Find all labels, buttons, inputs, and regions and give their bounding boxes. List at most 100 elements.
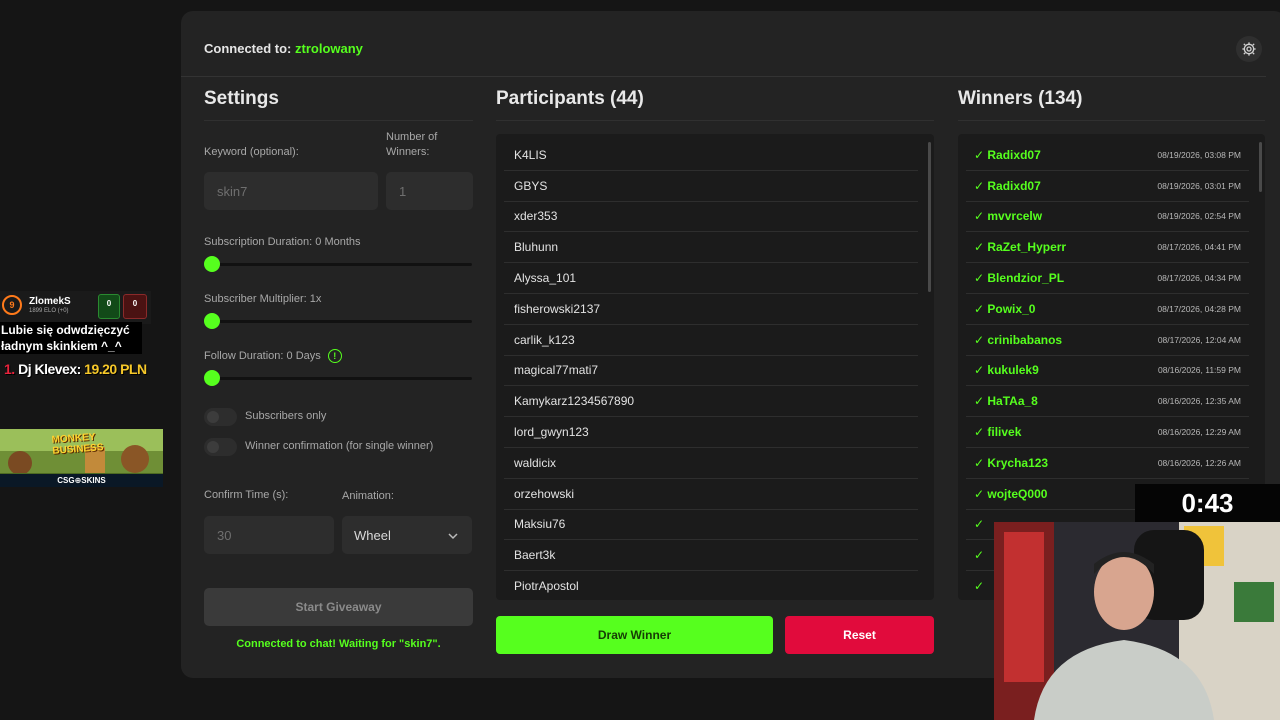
winner-date: 08/19/2026, 02:54 PM: [1157, 211, 1241, 222]
list-item: PiotrApostol: [504, 571, 918, 600]
follow-duration-label: Follow Duration: 0 Days!: [204, 349, 342, 364]
winner-date: 08/19/2026, 03:08 PM: [1157, 149, 1241, 160]
list-item: xder353: [504, 202, 918, 233]
winner-row: ✓ crinibabanos 08/17/2026, 12:04 AM: [966, 325, 1249, 356]
chevron-down-icon: [448, 528, 458, 543]
winner-name: ✓ mvvrcelw: [974, 209, 1043, 224]
streamer-webcam-image: [994, 522, 1280, 720]
banner-title: MONKEY BUSINESS: [51, 431, 104, 457]
winner-row: ✓ Blendzior_PL 08/17/2026, 04:34 PM: [966, 263, 1249, 294]
participants-divider: [496, 120, 934, 121]
winner-date: 08/17/2026, 12:04 AM: [1157, 334, 1241, 345]
confirm-time-label: Confirm Time (s):: [204, 489, 289, 501]
wins-counter: 0: [98, 294, 120, 319]
top-donor-overlay: 1. Dj Klevex: 19.20 PLN: [4, 361, 147, 377]
losses-counter: 0: [123, 294, 147, 319]
winner-date: 08/19/2026, 03:01 PM: [1157, 180, 1241, 191]
slider-handle[interactable]: [204, 256, 220, 272]
winner-row: ✓ HaTAa_8 08/16/2026, 12:35 AM: [966, 386, 1249, 418]
sub-multiplier-slider[interactable]: [204, 313, 472, 329]
list-item: Bluhunn: [504, 232, 918, 264]
winner-date: 08/16/2026, 12:29 AM: [1157, 427, 1241, 438]
draw-winner-button[interactable]: Draw Winner: [496, 616, 773, 654]
webcam-feed: [994, 522, 1280, 720]
list-item: carlik_k123: [504, 325, 918, 356]
header-divider: [181, 76, 1266, 77]
list-item: Alyssa_101: [504, 263, 918, 294]
winner-name: ✓: [974, 517, 985, 532]
settings-title: Settings: [204, 88, 279, 109]
winner-row: ✓ filivek 08/16/2026, 12:29 AM: [966, 417, 1249, 448]
winner-row: ✓ RaZet_Hyperr 08/17/2026, 04:41 PM: [966, 232, 1249, 264]
sub-duration-label: Subscription Duration: 0 Months: [204, 236, 361, 248]
winner-row: ✓ kukulek9 08/16/2026, 11:59 PM: [966, 356, 1249, 387]
faceit-elo-widget: 9 ZlomekS 1899 ELO (+0) 0 0: [0, 291, 151, 324]
keyword-input[interactable]: skin7: [204, 172, 378, 210]
list-item: lord_gwyn123: [504, 417, 918, 448]
sub-multiplier-label: Subscriber Multiplier: 1x: [204, 293, 322, 305]
winner-confirmation-label: Winner confirmation (for single winner): [245, 440, 434, 452]
list-item: orzehowski: [504, 479, 918, 510]
list-item: GBYS: [504, 171, 918, 202]
animation-label: Animation:: [342, 490, 394, 502]
winner-name: ✓ Powix_0: [974, 301, 1036, 316]
list-item: Kamykarz1234567890: [504, 386, 918, 418]
subscribers-only-label: Subscribers only: [245, 410, 327, 422]
list-item: waldicix: [504, 448, 918, 479]
settings-gear-icon[interactable]: [1236, 36, 1262, 62]
channel-name: ztrolowany: [295, 41, 363, 56]
list-item: magical77mati7: [504, 356, 918, 387]
winner-name: ✓: [974, 548, 985, 563]
participants-list[interactable]: K4LIS GBYS xder353 Bluhunn Alyssa_101 fi…: [496, 134, 934, 600]
winner-name: ✓ wojteQ000: [974, 486, 1048, 501]
settings-divider: [204, 120, 473, 121]
winner-date: 08/16/2026, 12:26 AM: [1157, 457, 1241, 468]
sponsor-brand: CSG⊕SKINS: [0, 474, 163, 487]
winner-name: ✓ Radixd07: [974, 147, 1041, 162]
winner-row: ✓ Krycha123 08/16/2026, 12:26 AM: [966, 448, 1249, 479]
slider-handle[interactable]: [204, 313, 220, 329]
winner-confirmation-toggle[interactable]: [204, 438, 237, 456]
chat-status-text: Connected to chat! Waiting for "skin7".: [236, 638, 441, 650]
stream-screen: Connected to: ztrolowany Settings Keywor…: [0, 0, 1280, 720]
winner-name: ✓ RaZet_Hyperr: [974, 240, 1067, 255]
list-item: fisherowski2137: [504, 294, 918, 325]
winner-date: 08/17/2026, 04:41 PM: [1157, 242, 1241, 253]
info-icon[interactable]: !: [327, 349, 342, 364]
level-badge: 9: [2, 295, 22, 315]
countdown-timer: 0:43: [1135, 484, 1280, 522]
elo-username: ZlomekS: [29, 296, 71, 307]
winner-date: 08/16/2026, 11:59 PM: [1157, 365, 1241, 376]
winners-count-label: Number of Winners:: [386, 131, 438, 158]
connection-status: Connected to: ztrolowany: [204, 41, 363, 56]
winner-row: ✓ Powix_0 08/17/2026, 04:28 PM: [966, 294, 1249, 325]
winner-date: 08/17/2026, 04:28 PM: [1157, 303, 1241, 314]
elo-value: 1899 ELO (+0): [29, 308, 69, 314]
participants-scrollbar[interactable]: [928, 142, 931, 592]
slider-handle[interactable]: [204, 370, 220, 386]
winner-name: ✓ crinibabanos: [974, 332, 1063, 347]
list-item: Maksiu76: [504, 510, 918, 541]
winners-count-input[interactable]: 1: [386, 172, 473, 210]
reset-button[interactable]: Reset: [785, 616, 934, 654]
winner-row: ✓ Radixd07 08/19/2026, 03:01 PM: [966, 171, 1249, 202]
winner-row: ✓ mvvrcelw 08/19/2026, 02:54 PM: [966, 202, 1249, 233]
sub-duration-slider[interactable]: [204, 256, 472, 272]
winner-name: ✓ Krycha123: [974, 455, 1049, 470]
winner-name: ✓: [974, 579, 985, 594]
animation-select[interactable]: Wheel: [342, 516, 472, 554]
winner-date: 08/17/2026, 04:34 PM: [1157, 273, 1241, 284]
winner-date: 08/16/2026, 12:35 AM: [1157, 396, 1241, 407]
chat-message-overlay: Lubie się odwdzięczyć ładnym skinkiem ^_…: [0, 322, 142, 354]
start-giveaway-button[interactable]: Start Giveaway: [204, 588, 473, 626]
winners-divider: [958, 120, 1265, 121]
follow-duration-slider[interactable]: [204, 370, 472, 386]
winners-title: Winners (134): [958, 88, 1083, 109]
winner-name: ✓ Radixd07: [974, 178, 1041, 193]
participants-title: Participants (44): [496, 88, 644, 109]
confirm-time-input[interactable]: 30: [204, 516, 334, 554]
winner-name: ✓ filivek: [974, 425, 1022, 440]
winner-name: ✓ HaTAa_8: [974, 394, 1038, 409]
list-item: Baert3k: [504, 540, 918, 572]
subscribers-only-toggle[interactable]: [204, 408, 237, 426]
